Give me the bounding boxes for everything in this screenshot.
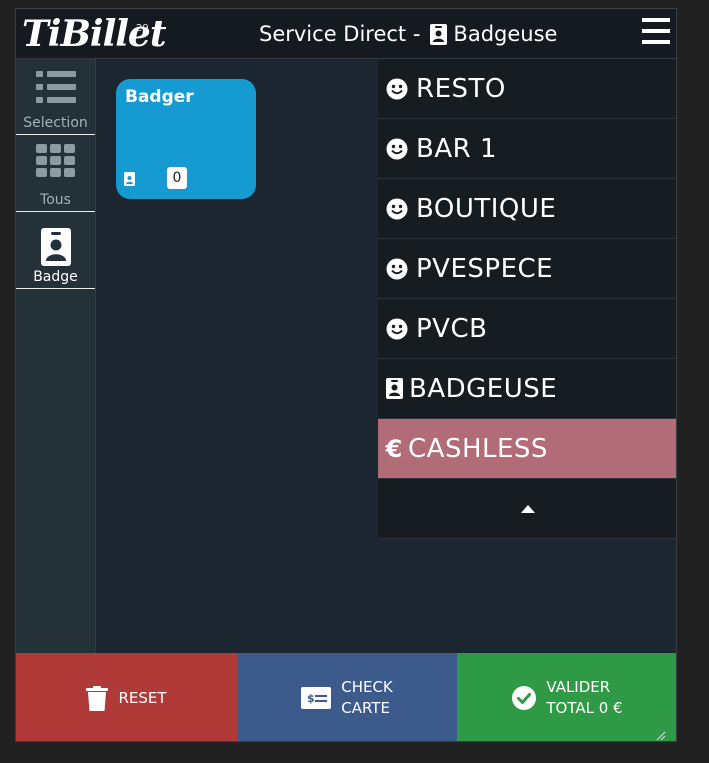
- article-tile-badger[interactable]: Badger 0: [116, 79, 256, 199]
- validate-total: TOTAL 0 €: [546, 699, 623, 717]
- sidebar-item-selection[interactable]: Selection: [16, 59, 95, 135]
- page-title: Service Direct - Badgeuse: [259, 9, 557, 59]
- list-item-boutique[interactable]: BOUTIQUE: [378, 179, 676, 239]
- list-item-cashless[interactable]: € CASHLESS: [378, 419, 676, 479]
- sidebar-item-label: Selection: [23, 115, 88, 131]
- title-prefix: Service Direct -: [259, 22, 421, 46]
- header-bar: TiBillet 29 Service Direct - Badgeuse: [16, 9, 676, 59]
- list-item-badgeuse[interactable]: BADGEUSE: [378, 359, 676, 419]
- list-item-label: PVESPECE: [416, 253, 554, 284]
- list-item-bar1[interactable]: BAR 1: [378, 119, 676, 179]
- sidebar-item-label: Tous: [40, 192, 71, 208]
- list-item-resto[interactable]: RESTO: [378, 59, 676, 119]
- validate-label-line1: VALIDER: [546, 678, 611, 696]
- validate-label: VALIDER TOTAL 0 €: [546, 677, 622, 719]
- app-window: TiBillet 29 Service Direct - Badgeuse Se…: [15, 8, 677, 742]
- reset-label: RESET: [118, 688, 167, 707]
- point-of-sale-list: RESTO BAR 1 BOUTIQUE PVESPECE PVCB BADGE…: [378, 59, 676, 539]
- check-label-line1: CHECK: [341, 678, 393, 696]
- smile-icon: [386, 198, 408, 219]
- smile-icon: [386, 318, 408, 339]
- check-circle-icon: [512, 686, 537, 710]
- grid-icon: [36, 144, 75, 177]
- list-item-label: BOUTIQUE: [416, 193, 557, 224]
- list-item-label: CASHLESS: [408, 433, 548, 464]
- check-label-line2: CARTE: [341, 699, 390, 717]
- validate-button[interactable]: VALIDER TOTAL 0 €: [457, 653, 676, 741]
- smile-icon: [386, 138, 408, 159]
- list-icon: [36, 71, 76, 103]
- hamburger-menu-icon[interactable]: [638, 18, 670, 48]
- sidebar-item-label: Badge: [33, 269, 78, 285]
- check-card-label: CHECK CARTE: [341, 677, 393, 719]
- sidebar: Selection Tous Badge: [16, 59, 96, 653]
- title-suffix: Badgeuse: [453, 22, 558, 46]
- smile-icon: [386, 78, 408, 99]
- caret-up-icon: [521, 504, 535, 513]
- sidebar-item-badge[interactable]: Badge: [16, 213, 95, 289]
- app-logo: TiBillet: [22, 13, 166, 55]
- action-bar: RESET $ CHECK CARTE VALIDER TOTAL 0 €: [16, 653, 676, 741]
- list-item-label: RESTO: [416, 73, 506, 104]
- badge-icon: [386, 378, 403, 399]
- smile-icon: [386, 258, 408, 279]
- list-item-pvespece[interactable]: PVESPECE: [378, 239, 676, 299]
- badge-icon: [41, 228, 71, 266]
- check-card-button[interactable]: $ CHECK CARTE: [237, 653, 457, 741]
- resize-handle-icon[interactable]: [654, 729, 666, 741]
- logo-superscript: 29: [136, 23, 149, 34]
- reset-button[interactable]: RESET: [16, 653, 237, 741]
- list-item-pvcb[interactable]: PVCB: [378, 299, 676, 359]
- svg-text:$: $: [307, 692, 315, 705]
- list-item-label: BADGEUSE: [409, 373, 558, 404]
- sidebar-item-tous[interactable]: Tous: [16, 136, 95, 212]
- tile-name: Badger: [125, 87, 194, 107]
- euro-icon: €: [385, 434, 403, 463]
- trash-icon: [86, 685, 109, 711]
- tile-count-badge: 0: [167, 167, 187, 189]
- list-item-label: BAR 1: [416, 133, 497, 164]
- badge-icon: [430, 23, 448, 45]
- collapse-list-button[interactable]: [378, 479, 676, 539]
- check-card-icon: $: [301, 687, 332, 709]
- list-item-label: PVCB: [416, 313, 488, 344]
- badge-icon: [124, 172, 135, 186]
